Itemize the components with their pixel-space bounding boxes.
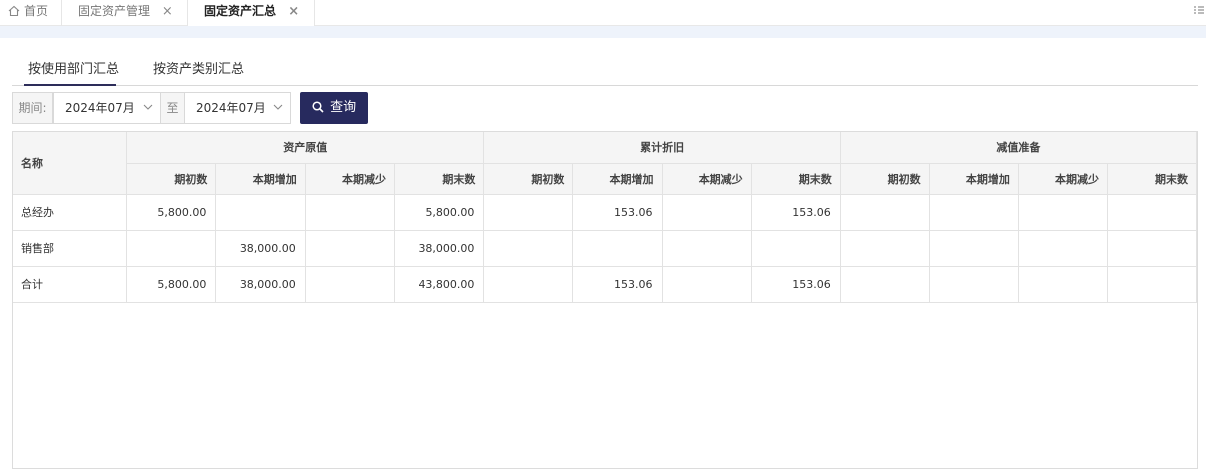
row-name: 合计 [13,266,128,303]
search-icon [312,100,330,115]
column-header: 本期增加 [215,163,306,195]
period-from-select[interactable]: 2024年07月 [53,92,161,124]
tab-asset-summary[interactable]: 固定资产汇总 × [188,0,315,27]
asset-summary-table: 名称 资产原值 累计折旧 减值准备 期初数 本期增加 本期减少 期末数 期初数 … [13,132,1197,303]
tab-home[interactable]: 首页 [0,0,62,26]
table-cell [662,230,752,267]
column-header: 期末数 [751,163,841,195]
table-cell [215,194,306,231]
table-cell [929,230,1019,267]
table-cell [483,194,574,231]
chevron-down-icon [143,93,153,135]
table-cell [1018,230,1109,267]
page-band [0,26,1206,38]
column-header: 期初数 [483,163,574,195]
close-icon[interactable]: × [162,4,173,19]
table-cell [929,194,1019,231]
table-cell [929,266,1019,303]
table-cell: 5,800.00 [126,194,217,231]
column-header: 本期增加 [572,163,663,195]
table-cell: 153.06 [751,266,841,303]
query-button[interactable]: 查询 [300,92,368,124]
table-cell: 153.06 [751,194,841,231]
table-cell: 5,800.00 [394,194,485,231]
table-cell [751,230,841,267]
table-cell [1018,266,1109,303]
period-to-label: 至 [161,92,184,124]
column-header: 期初数 [126,163,217,195]
row-name: 销售部 [13,230,128,267]
main-panel: 按使用部门汇总 按资产类别汇总 期间: 2024年07月 至 2024年07月 … [0,38,1206,469]
table-cell [1107,230,1197,267]
period-to-value: 2024年07月 [196,101,266,115]
table-body: 总经办 5,800.00 5,800.00 153.06 153.06 销售部 [13,194,1197,303]
home-icon [8,2,20,24]
table-cell [662,266,752,303]
summary-table-container: 名称 资产原值 累计折旧 减值准备 期初数 本期增加 本期减少 期末数 期初数 … [12,131,1198,469]
table-cell [572,230,663,267]
group-header-impairment: 减值准备 [840,132,1197,164]
subtab-by-category[interactable]: 按资产类别汇总 [153,58,244,77]
table-cell [840,230,930,267]
table-cell [483,266,574,303]
table-cell: 153.06 [572,194,663,231]
period-label: 期间: [12,92,53,124]
group-header-accumulated-depreciation: 累计折旧 [483,132,841,164]
table-cell: 38,000.00 [215,266,306,303]
column-header: 本期增加 [929,163,1019,195]
table-row[interactable]: 销售部 38,000.00 38,000.00 [13,230,1197,267]
table-cell: 38,000.00 [394,230,485,267]
table-cell [840,194,930,231]
column-header: 期末数 [394,163,485,195]
group-header-original-value: 资产原值 [126,132,485,164]
table-cell [483,230,574,267]
table-cell [1018,194,1109,231]
tab-home-label: 首页 [24,4,49,18]
column-header: 本期减少 [305,163,395,195]
column-header: 本期减少 [662,163,752,195]
table-cell: 153.06 [572,266,663,303]
table-cell: 38,000.00 [215,230,306,267]
table-row[interactable]: 总经办 5,800.00 5,800.00 153.06 153.06 [13,194,1197,231]
table-row-total[interactable]: 合计 5,800.00 38,000.00 43,800.00 153.06 1… [13,266,1197,303]
period-from-value: 2024年07月 [65,101,135,115]
column-header: 期末数 [1107,163,1197,195]
column-header-name: 名称 [13,132,128,195]
table-cell [662,194,752,231]
table-cell [1107,266,1197,303]
table-cell [305,194,395,231]
table-cell: 43,800.00 [394,266,485,303]
summary-subtabs: 按使用部门汇总 按资产类别汇总 [12,56,1198,86]
tab-asset-summary-label: 固定资产汇总 [204,4,277,18]
subtab-by-department[interactable]: 按使用部门汇总 [28,58,119,77]
table-cell [840,266,930,303]
period-to-select[interactable]: 2024年07月 [184,92,291,124]
tab-bar: 首页 固定资产管理 × 固定资产汇总 × [0,0,1206,27]
tab-asset-management[interactable]: 固定资产管理 × [62,0,188,26]
row-name: 总经办 [13,194,128,231]
column-header: 本期减少 [1018,163,1109,195]
close-icon[interactable]: × [288,4,299,19]
active-subtab-indicator [24,84,116,86]
table-cell [305,266,395,303]
chevron-down-icon [273,93,283,135]
table-cell [126,230,217,267]
table-cell: 5,800.00 [126,266,217,303]
table-cell [305,230,395,267]
query-button-label: 查询 [330,100,357,115]
tab-asset-management-label: 固定资产管理 [78,4,151,18]
column-header: 期初数 [840,163,930,195]
table-cell [1107,194,1197,231]
list-menu-icon[interactable] [1194,4,1204,19]
